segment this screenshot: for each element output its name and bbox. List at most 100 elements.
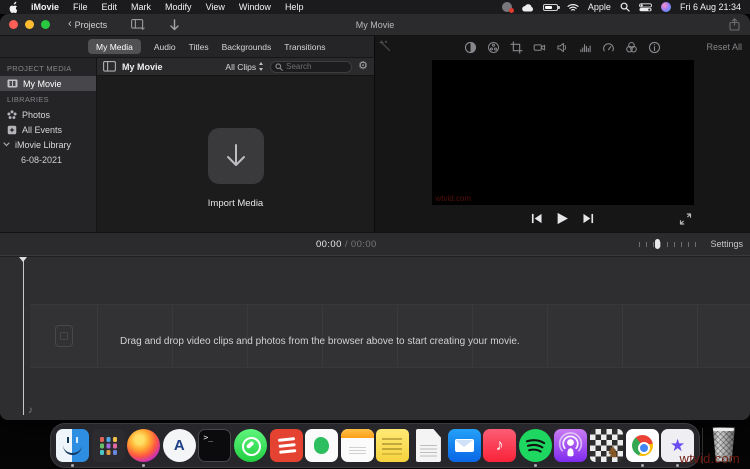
imovie-window: ‹ Projects My Movie My Media Audio Title… xyxy=(0,14,750,420)
clip-placeholder-cell xyxy=(698,305,750,367)
tab-titles[interactable]: Titles xyxy=(189,42,209,52)
sidebar-item-my-movie[interactable]: My Movie xyxy=(0,76,96,91)
import-media-button[interactable] xyxy=(207,128,264,184)
wifi-icon[interactable] xyxy=(567,3,579,12)
control-center-icon[interactable] xyxy=(638,2,652,12)
tab-audio[interactable]: Audio xyxy=(154,42,176,52)
dock-spotify-icon[interactable] xyxy=(518,429,552,467)
speed-icon[interactable] xyxy=(602,41,615,54)
running-indicator xyxy=(533,464,537,467)
menu-item-edit[interactable]: Edit xyxy=(102,2,118,12)
dock-finder-icon[interactable] xyxy=(56,429,89,467)
menu-bar: iMovie File Edit Mark Modify View Window… xyxy=(0,0,750,14)
apple-menu-icon[interactable] xyxy=(9,1,19,13)
menu-item-mark[interactable]: Mark xyxy=(131,2,151,12)
menubar-status-text[interactable]: Apple xyxy=(588,2,611,12)
color-balance-icon[interactable] xyxy=(464,41,477,54)
timeline[interactable]: Drag and drop video clips and photos fro… xyxy=(0,257,750,420)
sidebar-item-my-movie-label: My Movie xyxy=(23,78,62,89)
dock-evernote-icon[interactable] xyxy=(305,429,339,462)
dock-whatsapp-icon[interactable] xyxy=(233,429,267,462)
dock-terminal-icon[interactable] xyxy=(198,429,232,462)
dock-launchpad-icon[interactable] xyxy=(91,429,125,462)
info-icon[interactable] xyxy=(648,41,661,54)
film-clip-icon xyxy=(7,79,18,88)
skip-back-button[interactable] xyxy=(530,213,543,224)
dock-music-icon[interactable] xyxy=(483,429,517,462)
play-button[interactable] xyxy=(556,212,569,225)
settings-gear-icon[interactable]: ⚙ xyxy=(358,61,368,72)
timeline-zoom-slider[interactable] xyxy=(639,239,702,249)
search-input[interactable] xyxy=(286,62,348,71)
reset-all-button[interactable]: Reset All xyxy=(706,42,742,52)
desktop: iMovie File Edit Mark Modify View Window… xyxy=(0,0,750,469)
dock-chrome-icon[interactable] xyxy=(625,429,659,467)
clip-filter-icon[interactable] xyxy=(625,41,638,54)
siri-icon[interactable] xyxy=(660,2,671,12)
media-browser: Import Media xyxy=(97,76,374,232)
tab-transitions[interactable]: Transitions xyxy=(284,42,325,52)
menubar-app-icon[interactable] xyxy=(501,2,514,13)
watermark: wtvid.com xyxy=(679,451,740,466)
dock-podcasts-icon[interactable] xyxy=(554,429,588,462)
dock-firefox-icon[interactable] xyxy=(127,429,161,467)
timeline-settings-button[interactable]: Settings xyxy=(710,239,743,249)
dock-textedit-icon[interactable] xyxy=(415,429,441,462)
current-time: 00:00 xyxy=(316,238,342,250)
background-music-icon: ♪ xyxy=(28,405,33,416)
search-field[interactable] xyxy=(270,60,353,73)
import-arrow-icon[interactable] xyxy=(169,18,180,31)
noise-reduction-icon[interactable] xyxy=(579,41,592,54)
sidebar-item-imovie-library[interactable]: iMovie Library xyxy=(0,137,96,152)
media-tabs: My Media Audio Titles Backgrounds Transi… xyxy=(0,36,374,58)
dock-app-store-icon[interactable] xyxy=(162,429,196,462)
fullscreen-icon[interactable] xyxy=(679,212,692,225)
import-media-label: Import Media xyxy=(207,198,264,209)
dock-stickies-icon[interactable] xyxy=(376,429,410,462)
tab-my-media[interactable]: My Media xyxy=(88,39,141,54)
sidebar-item-library-date[interactable]: 6-08-2021 xyxy=(0,152,96,167)
crop-icon[interactable] xyxy=(510,40,523,54)
menu-item-file[interactable]: File xyxy=(73,2,88,12)
minimize-button[interactable] xyxy=(25,20,34,29)
sidebar-section-project-media: PROJECT MEDIA xyxy=(7,64,72,73)
pane-toggle-icon[interactable] xyxy=(103,61,116,72)
menu-item-window[interactable]: Window xyxy=(239,2,271,12)
menu-app-name[interactable]: iMovie xyxy=(31,2,59,12)
running-indicator xyxy=(640,464,644,467)
enhance-wand-icon[interactable] xyxy=(379,40,391,52)
playhead[interactable] xyxy=(19,257,27,415)
menubar-clock[interactable]: Fri 6 Aug 21:34 xyxy=(680,2,741,12)
menu-item-modify[interactable]: Modify xyxy=(165,2,192,12)
disclosure-chevron-icon[interactable] xyxy=(3,142,10,147)
sidebar-item-photos-label: Photos xyxy=(22,109,51,120)
media-organizer-icon[interactable] xyxy=(131,19,146,30)
stabilization-icon[interactable] xyxy=(533,41,546,54)
projects-back-button[interactable]: ‹ Projects xyxy=(68,19,107,30)
crumpled-paper-icon xyxy=(717,427,727,431)
cloud-icon[interactable] xyxy=(521,3,534,12)
transport-controls xyxy=(375,205,750,232)
title-bar: ‹ Projects My Movie xyxy=(0,14,750,36)
menu-item-help[interactable]: Help xyxy=(285,2,304,12)
volume-icon[interactable] xyxy=(556,41,569,54)
dock-calendar-icon[interactable] xyxy=(340,429,374,462)
sidebar-item-photos[interactable]: Photos xyxy=(0,107,96,122)
clips-filter-dropdown[interactable]: All Clips xyxy=(225,62,264,72)
battery-icon[interactable] xyxy=(542,3,560,11)
sidebar-item-all-events[interactable]: All Events xyxy=(0,122,96,137)
close-button[interactable] xyxy=(9,20,18,29)
skip-forward-button[interactable] xyxy=(582,213,595,224)
tab-backgrounds[interactable]: Backgrounds xyxy=(222,42,272,52)
libraries-sidebar: PROJECT MEDIA My Movie LIBRARIES Photos … xyxy=(0,58,97,232)
dock-mail-icon[interactable] xyxy=(447,429,481,462)
zoom-slider-thumb[interactable] xyxy=(655,239,661,249)
menu-item-view[interactable]: View xyxy=(206,2,225,12)
spotlight-icon[interactable] xyxy=(620,2,630,12)
dock-todoist-icon[interactable] xyxy=(269,429,303,462)
color-correction-icon[interactable] xyxy=(487,41,500,54)
video-preview[interactable]: wtvid.com xyxy=(431,60,694,205)
zoom-button[interactable] xyxy=(41,20,50,29)
share-icon[interactable] xyxy=(729,18,740,31)
dock-chess-icon[interactable] xyxy=(589,429,623,462)
